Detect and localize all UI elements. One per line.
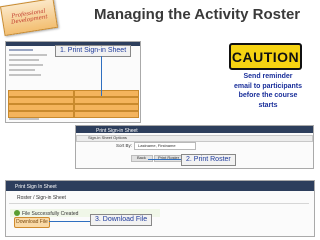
print-dialog-title: Print Sign-in Sheet: [96, 128, 138, 134]
breadcrumb-rule: [9, 203, 309, 204]
action-button[interactable]: [8, 90, 74, 97]
caution-line-3: before the course: [238, 92, 298, 99]
action-button[interactable]: [8, 97, 74, 104]
sort-by-label: Sort By:: [116, 143, 133, 148]
action-button[interactable]: [74, 104, 139, 111]
left-info-lines: [9, 49, 59, 89]
professional-development-badge: Professional Development: [0, 0, 59, 37]
caution-line-1: Send reminder: [243, 73, 293, 80]
sort-by-select[interactable]: Lastname, Firstname: [134, 142, 196, 150]
action-button[interactable]: [8, 104, 74, 111]
sort-by-value: Lastname, Firstname: [138, 143, 176, 148]
caution-line-4: starts: [258, 101, 278, 109]
caution-line-2: email to participants: [233, 82, 303, 90]
print-dialog-section-label: Sign-in Sheet Options: [88, 135, 127, 140]
action-button[interactable]: [8, 111, 74, 118]
callout-connector-line: [148, 159, 181, 160]
footer-line: [9, 118, 39, 120]
back-button-label: Back: [137, 155, 146, 160]
download-file-button[interactable]: Download File: [14, 217, 50, 228]
caution-sign-text: CAUTION: [231, 48, 300, 65]
action-button[interactable]: [74, 111, 139, 118]
callout-download-file: 3. Download File: [90, 214, 153, 226]
callout-print-sign-in-sheet: 1. Print Sign-in Sheet: [55, 45, 132, 57]
caution-message: Send reminder email to participants befo…: [222, 72, 314, 110]
callout-connector-line: [101, 56, 102, 96]
download-header-title: Print Sign In Sheet: [15, 184, 57, 190]
page-title: Managing the Activity Roster: [94, 6, 301, 23]
callout-print-roster: 2. Print Roster: [181, 154, 236, 166]
callout-connector-line: [49, 221, 90, 222]
action-button[interactable]: [74, 97, 139, 104]
breadcrumb: Roster / Sign-in Sheet: [17, 195, 66, 201]
success-check-icon: [14, 210, 20, 216]
caution-sign: CAUTION: [229, 43, 302, 70]
print-sign-in-sheet-button[interactable]: [74, 90, 139, 97]
